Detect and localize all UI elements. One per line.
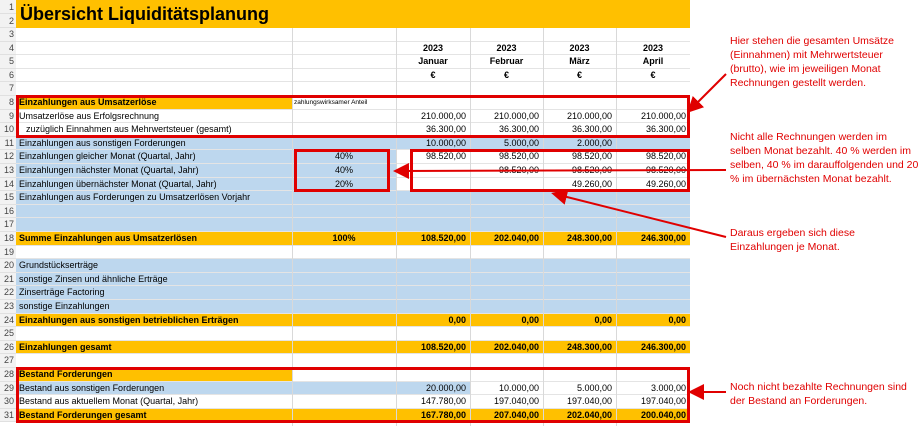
annotation-arrows [393, 73, 727, 400]
arrow-revenue [687, 73, 727, 113]
arrow-payments [551, 189, 727, 238]
arrow-split [393, 162, 727, 179]
